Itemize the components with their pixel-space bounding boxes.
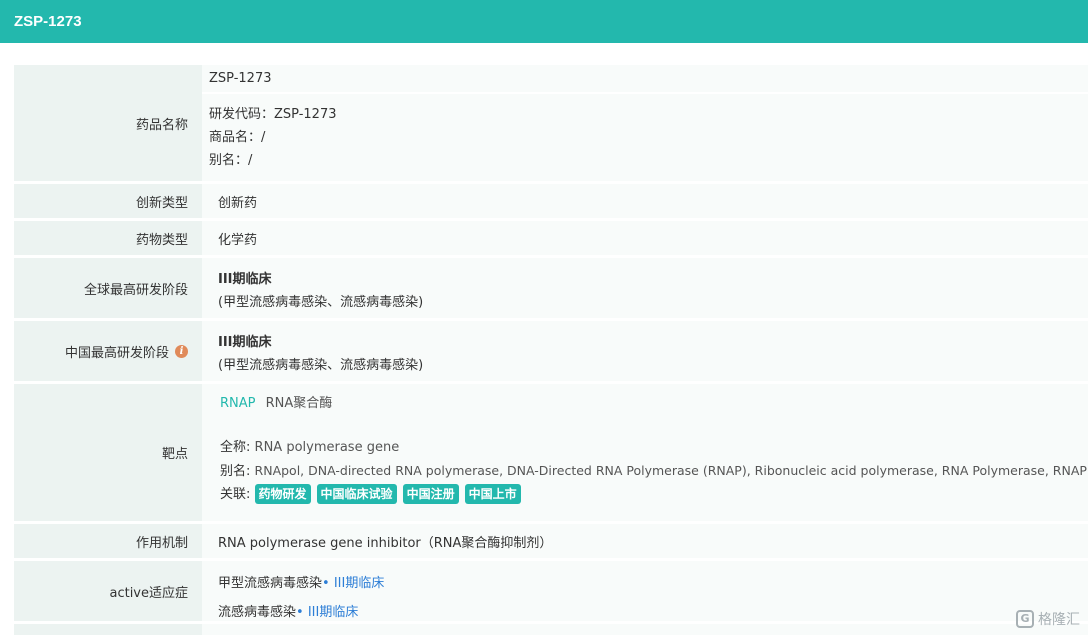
indication-name: 流感病毒感染: [218, 605, 297, 620]
row-label: 创新类型: [14, 184, 202, 218]
fullname-value: RNA polymerase gene: [254, 440, 400, 455]
row-innovation: 创新类型 创新药: [14, 184, 1088, 221]
drug-info-table: 药品名称 ZSP-1273 研发代码：ZSP-1273 商品名：/ 别名：/ 创…: [14, 65, 1088, 635]
alias-name: 别名：/: [209, 153, 253, 168]
row-label: 作用机制: [14, 524, 202, 558]
drug-name-text: ZSP-1273: [209, 71, 272, 86]
trade-name: 商品名：/: [209, 130, 266, 145]
row-label: 药品名称: [14, 65, 202, 181]
row-value: RNA polymerase gene inhibitor（RNA聚合酶抑制剂）: [202, 524, 1088, 558]
mechanism-value: RNA polymerase gene inhibitor（RNA聚合酶抑制剂）: [218, 535, 553, 551]
tag-china-market[interactable]: 中国上市: [464, 484, 521, 504]
tag-drug-rd[interactable]: 药物研发: [254, 484, 311, 504]
alias-value: RNApol, DNA-directed RNA polymerase, DNA…: [254, 463, 1087, 478]
china-stage-value: III期临床: [218, 335, 272, 350]
alias-label: 别名:: [220, 464, 251, 479]
row-value: 甲型流感病毒感染• III期临床 流感病毒感染• III期临床: [202, 561, 1088, 621]
indication-stage-link[interactable]: • III期临床: [296, 605, 358, 620]
row-drug-type: 药物类型 化学药: [14, 221, 1088, 258]
info-icon[interactable]: i: [175, 344, 188, 358]
row-value: 化学药: [202, 221, 1088, 255]
page-title: ZSP-1273: [14, 13, 82, 30]
row-mechanism: 作用机制 RNA polymerase gene inhibitor（RNA聚合…: [14, 524, 1088, 561]
row-label: 中国最高研发阶段 i: [14, 321, 202, 381]
row-value: RNAP RNA聚合酶 全称: RNA polymerase gene 别名: …: [202, 384, 1088, 521]
related-label: 关联:: [220, 487, 251, 502]
fullname-label: 全称:: [220, 440, 251, 455]
row-global-stage: 全球最高研发阶段 III期临床 (甲型流感病毒感染、流感病毒感染): [14, 258, 1088, 321]
row-value: [202, 624, 1088, 635]
watermark-logo-icon: G: [1016, 610, 1034, 628]
target-code-link[interactable]: RNAP: [220, 396, 256, 411]
indication-item: 流感病毒感染• III期临床: [218, 598, 1088, 627]
china-stage-indication: (甲型流感病毒感染、流感病毒感染): [218, 358, 424, 373]
drug-code: 研发代码：ZSP-1273: [209, 107, 337, 122]
row-value: ZSP-1273 研发代码：ZSP-1273 商品名：/ 别名：/: [202, 65, 1088, 181]
row-china-stage: 中国最高研发阶段 i III期临床 (甲型流感病毒感染、流感病毒感染): [14, 321, 1088, 384]
row-active-indications: active适应症 甲型流感病毒感染• III期临床 流感病毒感染• III期临…: [14, 561, 1088, 624]
row-label: 药物类型: [14, 221, 202, 255]
watermark-text: 格隆汇: [1038, 612, 1080, 628]
target-name: RNA聚合酶: [265, 396, 333, 411]
tag-china-clinical-trial[interactable]: 中国临床试验: [316, 484, 397, 504]
row-partial: [14, 624, 1088, 635]
row-value: III期临床 (甲型流感病毒感染、流感病毒感染): [202, 321, 1088, 381]
row-drug-name: 药品名称 ZSP-1273 研发代码：ZSP-1273 商品名：/ 别名：/: [14, 65, 1088, 184]
page-header: ZSP-1273: [0, 0, 1088, 43]
row-label: 全球最高研发阶段: [14, 258, 202, 318]
row-value: 创新药: [202, 184, 1088, 218]
global-stage-value: III期临床: [218, 272, 272, 287]
indication-item: 甲型流感病毒感染• III期临床: [218, 569, 1088, 598]
watermark: G 格隆汇: [1016, 609, 1080, 629]
row-label: [14, 624, 202, 635]
china-stage-label: 中国最高研发阶段: [64, 345, 169, 361]
row-label: 靶点: [14, 384, 202, 521]
indication-stage-link[interactable]: • III期临床: [322, 576, 384, 591]
row-target: 靶点 RNAP RNA聚合酶 全称: RNA polymerase gene 别…: [14, 384, 1088, 524]
row-value: III期临床 (甲型流感病毒感染、流感病毒感染): [202, 258, 1088, 318]
drug-type-value: 化学药: [218, 232, 258, 248]
innovation-value: 创新药: [218, 195, 258, 211]
indication-name: 甲型流感病毒感染: [218, 576, 323, 591]
row-label: active适应症: [14, 561, 202, 621]
global-stage-indication: (甲型流感病毒感染、流感病毒感染): [218, 295, 424, 310]
tag-china-registration[interactable]: 中国注册: [402, 484, 459, 504]
